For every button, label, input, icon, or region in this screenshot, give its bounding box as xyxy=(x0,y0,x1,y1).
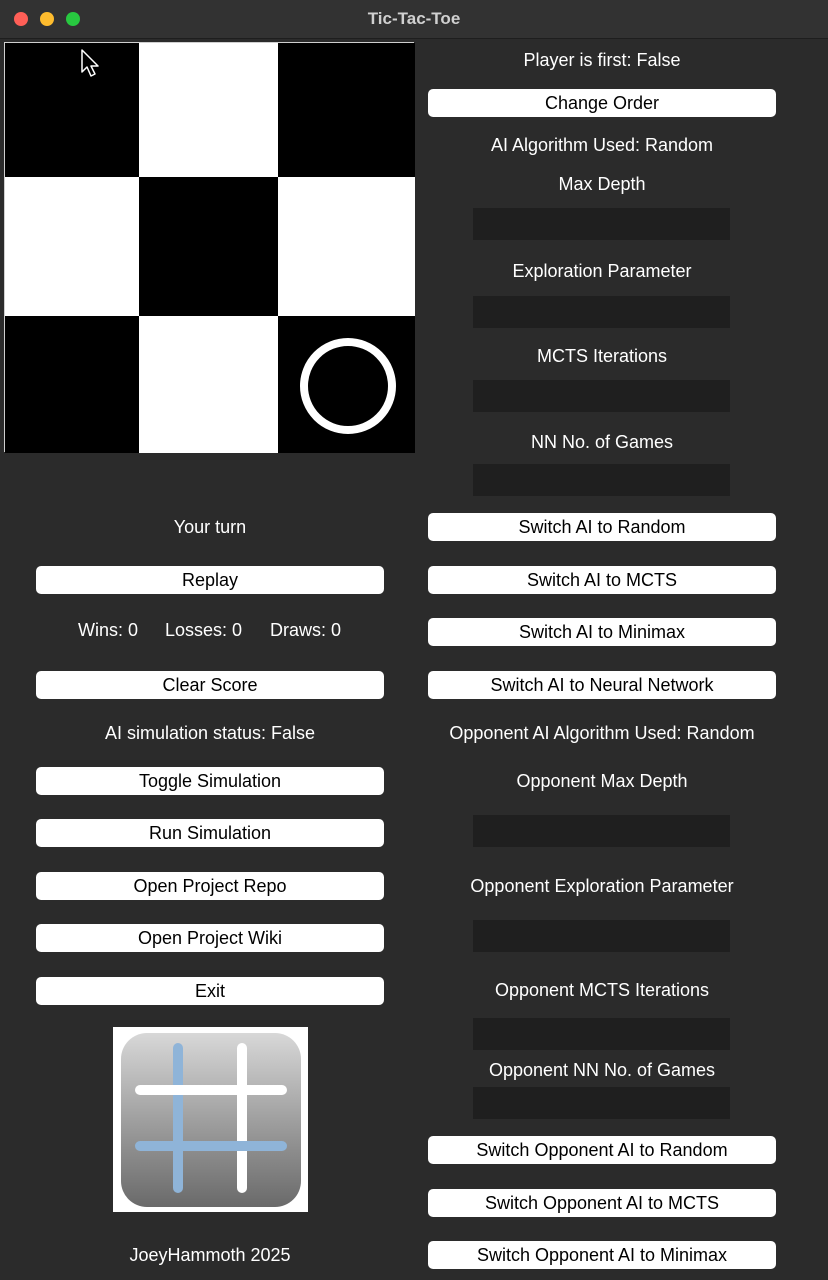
opponent-mcts-iterations-label: Opponent MCTS Iterations xyxy=(494,980,710,1000)
exit-button[interactable]: Exit xyxy=(36,977,384,1005)
switch-ai-random-button[interactable]: Switch AI to Random xyxy=(428,513,776,541)
window-title: Tic-Tac-Toe xyxy=(367,9,461,28)
opponent-max-depth-input[interactable] xyxy=(473,815,730,847)
nn-games-label: NN No. of Games xyxy=(530,432,674,452)
nn-games-input[interactable] xyxy=(473,464,730,496)
mouse-cursor-icon xyxy=(81,49,99,77)
turn-status: Your turn xyxy=(173,517,247,537)
switch-opponent-random-button[interactable]: Switch Opponent AI to Random xyxy=(428,1136,776,1164)
losses-count: Losses: 0 xyxy=(165,620,243,640)
mcts-iterations-label: MCTS Iterations xyxy=(536,346,668,366)
board-cell-7[interactable] xyxy=(5,316,139,453)
board-cell-2[interactable] xyxy=(139,43,278,177)
change-order-button[interactable]: Change Order xyxy=(428,89,776,117)
max-depth-label: Max Depth xyxy=(558,174,646,194)
max-depth-input[interactable] xyxy=(473,208,730,240)
board-cell-3[interactable] xyxy=(278,43,415,177)
run-simulation-button[interactable]: Run Simulation xyxy=(36,819,384,847)
ai-algorithm-status: AI Algorithm Used: Random xyxy=(490,135,714,155)
board-cell-4[interactable] xyxy=(5,177,139,316)
wins-count: Wins: 0 xyxy=(78,620,139,640)
exploration-parameter-input[interactable] xyxy=(473,296,730,328)
switch-opponent-minimax-button[interactable]: Switch Opponent AI to Minimax xyxy=(428,1241,776,1269)
draws-count: Draws: 0 xyxy=(270,620,342,640)
o-mark-icon xyxy=(300,338,396,434)
board-cell-8[interactable] xyxy=(139,316,278,453)
board-cell-6[interactable] xyxy=(278,177,415,316)
clear-score-button[interactable]: Clear Score xyxy=(36,671,384,699)
switch-ai-mcts-button[interactable]: Switch AI to MCTS xyxy=(428,566,776,594)
replay-button[interactable]: Replay xyxy=(36,566,384,594)
opponent-algorithm-status: Opponent AI Algorithm Used: Random xyxy=(449,723,755,743)
exploration-parameter-label: Exploration Parameter xyxy=(512,261,692,281)
toggle-simulation-button[interactable]: Toggle Simulation xyxy=(36,767,384,795)
opponent-mcts-iterations-input[interactable] xyxy=(473,1018,730,1050)
board-cell-9[interactable] xyxy=(278,316,415,453)
opponent-max-depth-label: Opponent Max Depth xyxy=(516,771,688,791)
board-cell-1[interactable] xyxy=(5,43,139,177)
player-first-status: Player is first: False xyxy=(523,50,681,70)
title-bar: Tic-Tac-Toe xyxy=(0,0,828,39)
open-project-repo-button[interactable]: Open Project Repo xyxy=(36,872,384,900)
simulation-status: AI simulation status: False xyxy=(104,723,316,743)
switch-ai-neural-network-button[interactable]: Switch AI to Neural Network xyxy=(428,671,776,699)
mcts-iterations-input[interactable] xyxy=(473,380,730,412)
app-logo xyxy=(113,1027,308,1212)
opponent-exploration-label: Opponent Exploration Parameter xyxy=(470,876,734,896)
switch-opponent-mcts-button[interactable]: Switch Opponent AI to MCTS xyxy=(428,1189,776,1217)
open-project-wiki-button[interactable]: Open Project Wiki xyxy=(36,924,384,952)
tic-tac-toe-logo-icon xyxy=(121,1033,301,1207)
game-board xyxy=(4,42,415,453)
opponent-nn-games-input[interactable] xyxy=(473,1087,730,1119)
opponent-exploration-input[interactable] xyxy=(473,920,730,952)
opponent-nn-games-label: Opponent NN No. of Games xyxy=(488,1060,716,1080)
credit-text: JoeyHammoth 2025 xyxy=(129,1245,291,1265)
switch-ai-minimax-button[interactable]: Switch AI to Minimax xyxy=(428,618,776,646)
board-cell-5[interactable] xyxy=(139,177,278,316)
